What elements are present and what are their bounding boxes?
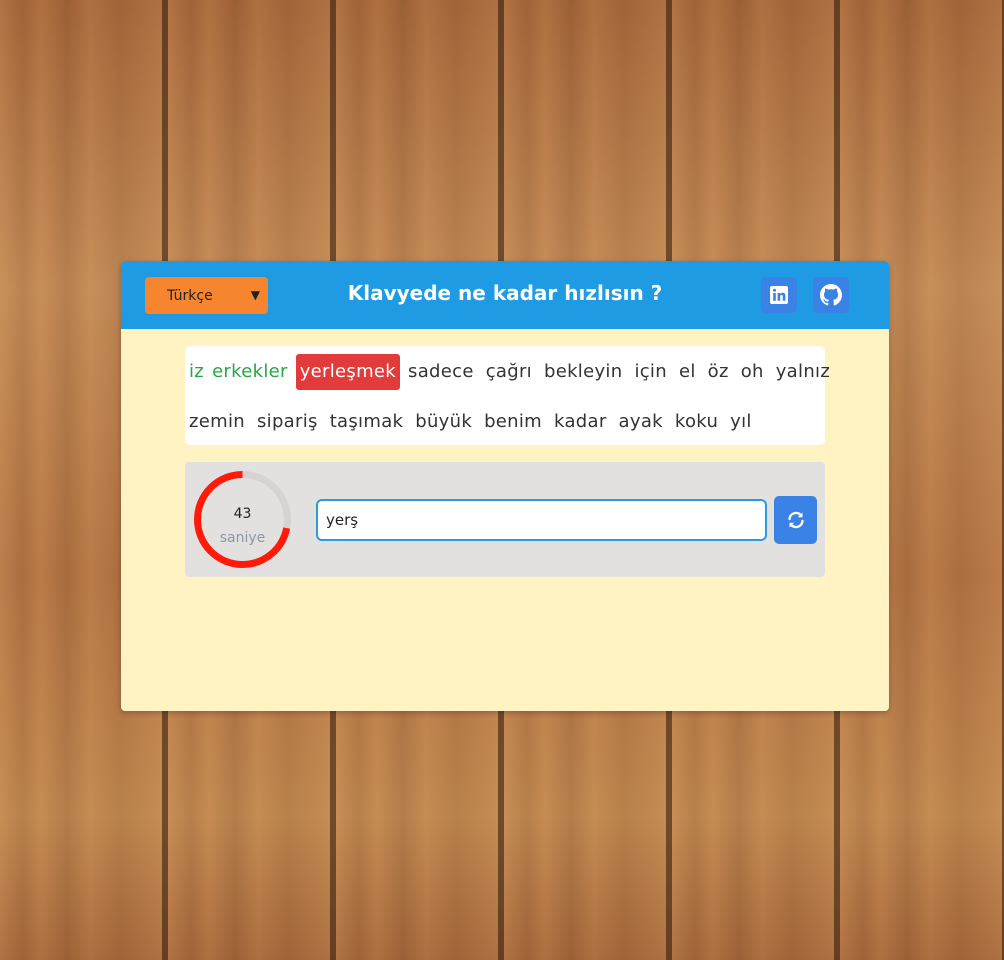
pending-word: sadece <box>408 361 474 382</box>
pending-word: için <box>634 361 667 382</box>
header-bar: Türkçe ▼ Klavyede ne kadar hızlısın ? <box>121 261 889 329</box>
pending-word: bekleyin <box>543 361 623 382</box>
typed-word: iz <box>189 361 205 382</box>
pending-word: ayak <box>618 411 663 432</box>
timer-unit-label: saniye <box>219 530 266 546</box>
typed-word: erkekler <box>212 361 288 382</box>
pending-word: yalnız <box>775 361 831 382</box>
pending-word: çağrı <box>485 361 532 382</box>
controls-panel: 43 saniye <box>185 462 825 577</box>
timer-seconds: 43 <box>233 506 252 522</box>
typing-test-card: Türkçe ▼ Klavyede ne kadar hızlısın ? iz… <box>121 261 889 711</box>
current-word: yerleşmek <box>295 354 401 390</box>
typing-input[interactable] <box>316 499 767 541</box>
linkedin-icon <box>770 286 788 304</box>
pending-word: öz <box>707 361 729 382</box>
pending-word: zemin <box>189 411 245 432</box>
github-button[interactable] <box>813 277 849 313</box>
refresh-icon <box>787 511 804 529</box>
pending-word: taşımak <box>329 411 404 432</box>
pending-word: büyük <box>415 411 473 432</box>
pending-word: koku <box>674 411 719 432</box>
refresh-button[interactable] <box>774 496 817 544</box>
pending-word: benim <box>484 411 543 432</box>
pending-word: kadar <box>554 411 607 432</box>
linkedin-button[interactable] <box>761 277 797 313</box>
github-icon <box>820 284 842 306</box>
pending-word: sipariş <box>256 411 318 432</box>
pending-word: el <box>678 361 696 382</box>
word-list: iz erkekler yerleşmek sadece çağrı bekleyin iç… <box>185 346 830 445</box>
countdown-timer: 43 saniye <box>192 469 293 570</box>
word-line: zemin sipariş taşımak büyük benim kadar ayak ko… <box>189 404 825 454</box>
word-line: iz erkekler yerleşmek sadece çağrı bekleyin iç… <box>189 354 830 404</box>
pending-word: oh <box>740 361 764 382</box>
pending-word: yıl <box>730 411 752 432</box>
